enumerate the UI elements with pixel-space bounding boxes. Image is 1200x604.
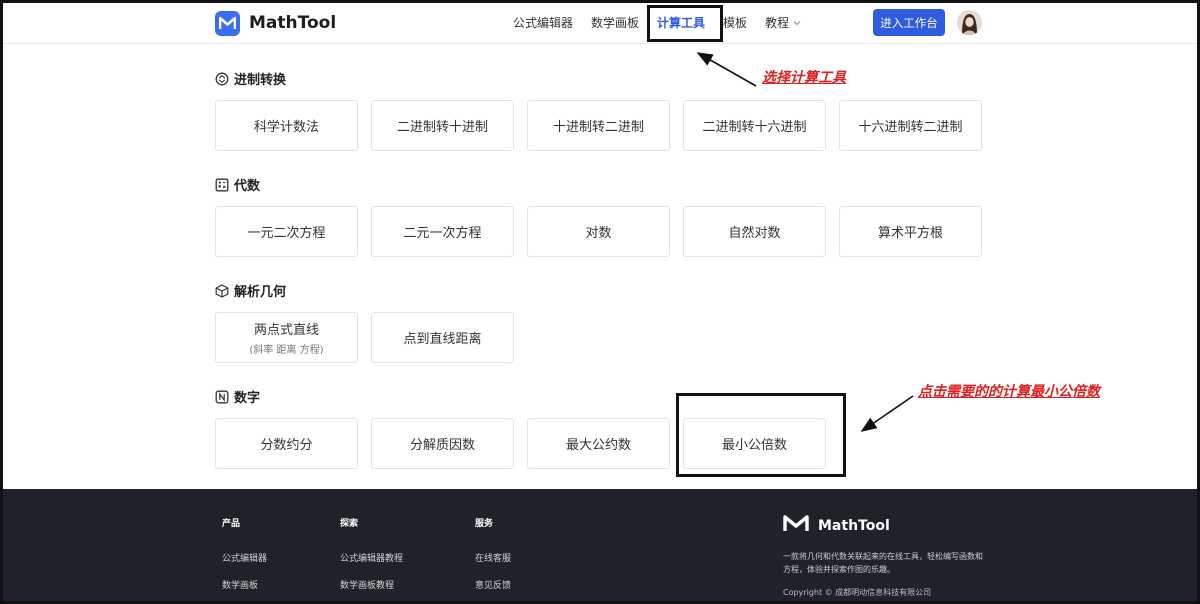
tool-card-scientific-notation[interactable]: 科学计数法 <box>215 100 358 151</box>
tool-card-fraction-reduce[interactable]: 分数约分 <box>215 418 358 469</box>
footer-link[interactable]: 意见反馈 <box>475 578 511 591</box>
footer-column-products: 产品 公式编辑器 数学画板 <box>222 516 267 604</box>
footer-link[interactable]: 公式编辑器教程 <box>340 551 403 564</box>
footer-link[interactable]: 公式编辑器 <box>222 551 267 564</box>
section-title-algebra: 代数 <box>215 175 260 194</box>
section-title-numbers: 数字 <box>215 387 260 406</box>
tool-card-hex-to-bin[interactable]: 十六进制转二进制 <box>839 100 982 151</box>
avatar[interactable] <box>957 10 982 35</box>
tool-card-label: 最小公倍数 <box>721 438 787 453</box>
footer-column-services: 服务 在线客服 意见反馈 <box>475 516 511 604</box>
section-title-text: 解析几何 <box>234 285 287 300</box>
tool-card-label: 十六进制转二进制 <box>858 120 963 135</box>
chevron-down-icon <box>793 15 801 29</box>
tool-card-prime-factorization[interactable]: 分解质因数 <box>371 418 514 469</box>
top-header: MathTool 公式编辑器 数学画板 计算工具 模板 教程 进入工作台 <box>0 0 1200 44</box>
tool-card-label: 对数 <box>585 226 612 241</box>
tool-card-logarithm[interactable]: 对数 <box>527 206 670 257</box>
arrow-to-lcm <box>860 395 914 432</box>
annotation-select-tool: 选择计算工具 <box>762 70 846 86</box>
nav-formula-editor[interactable]: 公式编辑器 <box>504 14 582 31</box>
tool-card-label: 算术平方根 <box>877 226 943 241</box>
footer-column-title: 探索 <box>340 519 359 529</box>
footer-column-explore: 探索 公式编辑器教程 数学画板教程 <box>340 516 403 604</box>
footer-link[interactable]: 在线客服 <box>475 551 511 564</box>
tool-card-label: 分数约分 <box>260 438 313 453</box>
tool-card-quadratic-equation[interactable]: 一元二次方程 <box>215 206 358 257</box>
main-nav: 公式编辑器 数学画板 计算工具 模板 教程 <box>504 0 810 44</box>
tool-card-label: 最大公约数 <box>565 438 631 453</box>
tool-card-two-point-line[interactable]: 两点式直线 (斜率 距离 方程) <box>215 312 358 363</box>
tool-card-natural-log[interactable]: 自然对数 <box>683 206 826 257</box>
nav-templates[interactable]: 模板 <box>714 14 756 31</box>
annotation-click-lcm: 点击需要的的计算最小公倍数 <box>918 384 1100 400</box>
tool-card-label: 二进制转十进制 <box>396 120 488 135</box>
enter-workspace-button[interactable]: 进入工作台 <box>873 9 945 36</box>
section-title-text: 代数 <box>234 179 261 194</box>
tool-card-bin-to-dec[interactable]: 二进制转十进制 <box>371 100 514 151</box>
tool-card-square-root[interactable]: 算术平方根 <box>839 206 982 257</box>
nav-calc-tools[interactable]: 计算工具 <box>648 14 714 31</box>
tool-card-label: 两点式直线 <box>253 323 319 338</box>
footer-link[interactable]: 数学画板教程 <box>340 578 403 591</box>
tool-card-gcd[interactable]: 最大公约数 <box>527 418 670 469</box>
tool-card-label: 分解质因数 <box>409 438 475 453</box>
section-title-base-conversion: 进制转换 <box>215 69 286 88</box>
tool-card-point-line-distance[interactable]: 点到直线距离 <box>371 312 514 363</box>
footer-brand: MathTool <box>783 515 890 537</box>
mathtool-logo-icon <box>783 515 809 537</box>
calculator-icon <box>215 178 229 192</box>
tool-card-label: 十进制转二进制 <box>552 120 644 135</box>
tool-card-label: 科学计数法 <box>253 120 319 135</box>
nav-tutorials[interactable]: 教程 <box>756 14 810 31</box>
nav-tutorials-label: 教程 <box>765 15 790 30</box>
tool-card-bin-to-hex[interactable]: 二进制转十六进制 <box>683 100 826 151</box>
section-title-analytic-geometry: 解析几何 <box>215 281 286 300</box>
footer-column-title: 服务 <box>475 519 494 529</box>
section-title-text: 数字 <box>234 391 261 406</box>
tool-card-label: 二进制转十六进制 <box>702 120 807 135</box>
tool-card-label: 自然对数 <box>728 226 781 241</box>
logo[interactable]: MathTool <box>215 10 336 36</box>
footer-column-title: 产品 <box>222 519 241 529</box>
tool-card-label: 点到直线距离 <box>403 332 482 347</box>
footer-description: 一款将几何和代数关联起来的在线工具，轻松编写函数和方程，体验并探索作图的乐趣。 <box>783 552 983 574</box>
tool-card-dec-to-bin[interactable]: 十进制转二进制 <box>527 100 670 151</box>
logo-text: MathTool <box>249 13 337 33</box>
footer-copyright: Copyright © 成都明动信息科技有限公司 <box>783 588 932 597</box>
footer-link[interactable]: 数学画板 <box>222 578 267 591</box>
footer-brand-text: MathTool <box>818 518 890 534</box>
tool-card-lcm[interactable]: 最小公倍数 <box>683 418 826 469</box>
tool-card-linear-system[interactable]: 二元一次方程 <box>371 206 514 257</box>
tool-card-label: 二元一次方程 <box>403 226 482 241</box>
number-icon <box>215 390 229 404</box>
cube-icon <box>215 283 229 298</box>
site-footer: 产品 公式编辑器 数学画板 探索 公式编辑器教程 数学画板教程 服务 在线客服 … <box>0 489 1200 604</box>
nav-math-board[interactable]: 数学画板 <box>582 14 648 31</box>
mathtool-logo-icon <box>215 10 240 36</box>
tool-card-label: 一元二次方程 <box>247 226 326 241</box>
tool-card-sublabel: (斜率 距离 方程) <box>249 345 324 356</box>
section-title-text: 进制转换 <box>234 73 287 88</box>
arrow-to-nav <box>696 52 757 87</box>
conversion-icon <box>215 72 229 86</box>
